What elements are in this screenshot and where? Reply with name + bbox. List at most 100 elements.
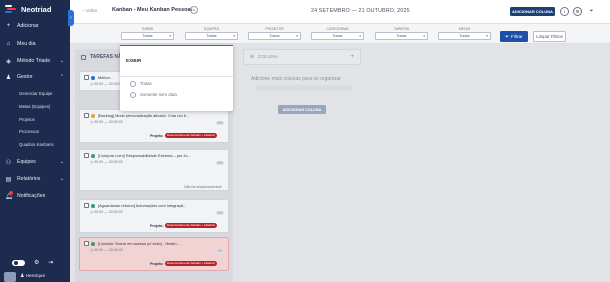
- settings-icon[interactable]: ⚙: [573, 7, 582, 16]
- filter-select[interactable]: Todas ▾: [375, 32, 428, 40]
- filter-select[interactable]: Todas ▾: [438, 32, 491, 40]
- filter-metas[interactable]: METAS Todas ▾: [438, 27, 491, 40]
- clear-filters-button[interactable]: Limpar Filtros: [533, 31, 566, 42]
- status-dot: [91, 242, 95, 246]
- filter-select[interactable]: Todas ▾: [185, 32, 238, 40]
- filter-value: Todas: [206, 34, 217, 38]
- dropdown-option-todas[interactable]: Todas: [130, 80, 152, 87]
- dropdown-option-sem-data[interactable]: Somente sem data: [130, 91, 177, 98]
- page-title: Kanban - Meu Kanban Pessoal: [112, 7, 193, 13]
- sidebar-subitem-quadros-kanbans[interactable]: Quadros Kanbans: [19, 140, 54, 148]
- sidebar: Neotriad + Adicionar ⌂ Meu dia ◈ Método …: [0, 0, 70, 282]
- task-time-text: 00:00 — 00:00:00: [94, 82, 123, 86]
- task-time-text: 00:00 — 00:00:00: [94, 120, 123, 124]
- new-column-title: COLUNA: [258, 54, 279, 60]
- filter-value: Todas: [396, 34, 407, 38]
- chevron-down-icon: ⌄: [59, 58, 64, 64]
- add-column-empty-button[interactable]: ADICIONAR COLUNA: [278, 105, 326, 114]
- status-dot: [91, 154, 95, 158]
- sidebar-item-gestor[interactable]: ♟ Gestor ⌃: [5, 72, 67, 82]
- sidebar-subitem-gerenciar-equipe[interactable]: Gerenciar Equipe: [19, 89, 52, 97]
- brand[interactable]: Neotriad: [5, 4, 51, 14]
- radio-button[interactable]: [130, 91, 136, 98]
- sidebar-item-label: Notificações: [17, 193, 46, 199]
- user-name-text: Henrique: [25, 274, 46, 279]
- filter-value: Todos: [269, 34, 280, 38]
- chevron-down-icon: ⌄: [59, 176, 64, 182]
- sidebar-item-meu-dia[interactable]: ⌂ Meu dia: [5, 39, 67, 49]
- task-checkbox[interactable]: [84, 153, 89, 158]
- status-dot: [91, 204, 95, 208]
- logout-icon[interactable]: ⇥: [48, 259, 53, 266]
- task-title: [Backlog] Modo personalização ativado: C…: [98, 113, 190, 118]
- dropdown-divider: [120, 76, 233, 77]
- progress-badge: 0%: [216, 249, 224, 253]
- sidebar-item-metodo-triade[interactable]: ◈ Método Triade ⌄: [5, 56, 67, 66]
- filter-projetos[interactable]: PROJETOS Todos ▾: [248, 27, 301, 40]
- task-checkbox[interactable]: [84, 203, 89, 208]
- sidebar-item-notificacoes[interactable]: 🔔︎ Notificações: [5, 190, 67, 201]
- add-button[interactable]: + Adicionar: [5, 21, 67, 31]
- filter-exibir[interactable]: EXIBIR Todas ▾: [121, 27, 174, 40]
- task-checkbox[interactable]: [84, 113, 89, 118]
- project-label: Projeto:: [150, 134, 164, 138]
- sidebar-subitem-metas[interactable]: Metas (Equipes): [19, 102, 50, 110]
- task-checkbox[interactable]: [84, 75, 89, 80]
- radio-button[interactable]: [130, 80, 136, 87]
- chevron-down-icon: ▾: [169, 34, 171, 38]
- filter-button[interactable]: ⏷ Filtrar: [500, 31, 528, 42]
- task-card[interactable]: [Comprar Livro] Responsabilidade Extrema…: [79, 149, 229, 191]
- chevron-down-icon: ▾: [296, 34, 298, 38]
- header: ‹ Voltar Kanban - Meu Kanban Pessoal ✎ 2…: [70, 0, 610, 24]
- filter-categorias[interactable]: CATEGORIAS Todas ▾: [311, 27, 364, 40]
- info-icon[interactable]: i: [560, 7, 569, 16]
- project-label: Projeto:: [150, 224, 164, 228]
- task-card[interactable]: [Aguardando retorno] Automações com Inte…: [79, 199, 229, 233]
- theme-toggle[interactable]: [12, 260, 25, 266]
- filter-value: Todas: [142, 34, 153, 38]
- sidebar-subitem-processos[interactable]: Processos: [19, 127, 39, 135]
- sidebar-collapse-button[interactable]: ‹: [68, 10, 74, 26]
- sidebar-item-label: Gestor: [17, 74, 33, 80]
- sidebar-footer: ⚙ ⇥ ♟ Henrique: [0, 255, 70, 282]
- task-checkbox[interactable]: [84, 241, 89, 246]
- avatar[interactable]: [4, 272, 16, 282]
- triad-icon: ◈: [6, 58, 11, 65]
- notification-dot: [9, 190, 13, 195]
- task-card-overdue[interactable]: [Concluir: Entrar em acesso (c/ exito) -…: [79, 237, 229, 271]
- sidebar-item-equipes[interactable]: ⚇ Equipes ⌄: [5, 157, 67, 167]
- sidebar-subitem-projetos[interactable]: Projetos: [19, 115, 35, 123]
- back-link[interactable]: ‹ Voltar: [83, 8, 97, 13]
- sidebar-item-relatorios[interactable]: ▤ Relatórios ⌄: [5, 174, 67, 184]
- exibir-dropdown: EXIBIR Todas Somente sem data: [120, 45, 233, 111]
- project-pill[interactable]: Desenvolvimento Afinado + Hitebrar: [165, 133, 217, 138]
- project-pill[interactable]: Desenvolvimento Afinado + Hitebrar: [165, 261, 217, 266]
- date-range: 24 SETEMBRO — 21 OUTUBRO, 2025: [311, 8, 410, 14]
- edit-icon[interactable]: ✎: [190, 6, 198, 14]
- task-card[interactable]: [Backlog] Modo personalização ativado: C…: [79, 109, 229, 143]
- new-column-header[interactable]: ⊕ COLUNA +: [243, 49, 361, 65]
- column-select-checkbox[interactable]: [81, 54, 86, 60]
- status-dot: [91, 76, 95, 80]
- app-name: Neotriad: [21, 4, 52, 14]
- add-icon[interactable]: +: [350, 54, 354, 60]
- filter-icon[interactable]: ⏷: [587, 7, 596, 16]
- add-column-button[interactable]: ADICIONAR COLUNA: [510, 7, 555, 16]
- chevron-down-icon: ▾: [486, 34, 488, 38]
- chevron-down-icon: ⌄: [59, 159, 64, 165]
- option-label: Somente sem data: [140, 92, 177, 97]
- add-label: Adicionar: [17, 23, 39, 29]
- chevron-down-icon: ▾: [233, 34, 235, 38]
- project-pill[interactable]: Desenvolvimento Afinado + Hitebrar: [165, 223, 217, 228]
- filter-button-label: Filtrar: [510, 34, 523, 39]
- logo-icon: [5, 5, 16, 13]
- filter-select[interactable]: Todas ▾: [121, 32, 174, 40]
- gear-icon[interactable]: ⚙: [34, 259, 39, 266]
- filter-value: Todas: [332, 34, 343, 38]
- filter-select[interactable]: Todas ▾: [311, 32, 364, 40]
- sidebar-item-label: Meu dia: [17, 41, 36, 47]
- filter-tarefas[interactable]: TAREFAS Todas ▾: [375, 27, 428, 40]
- filter-equipes[interactable]: EQUIPES Todas ▾: [185, 27, 238, 40]
- filter-select[interactable]: Todos ▾: [248, 32, 301, 40]
- project-label: Projeto:: [150, 262, 164, 266]
